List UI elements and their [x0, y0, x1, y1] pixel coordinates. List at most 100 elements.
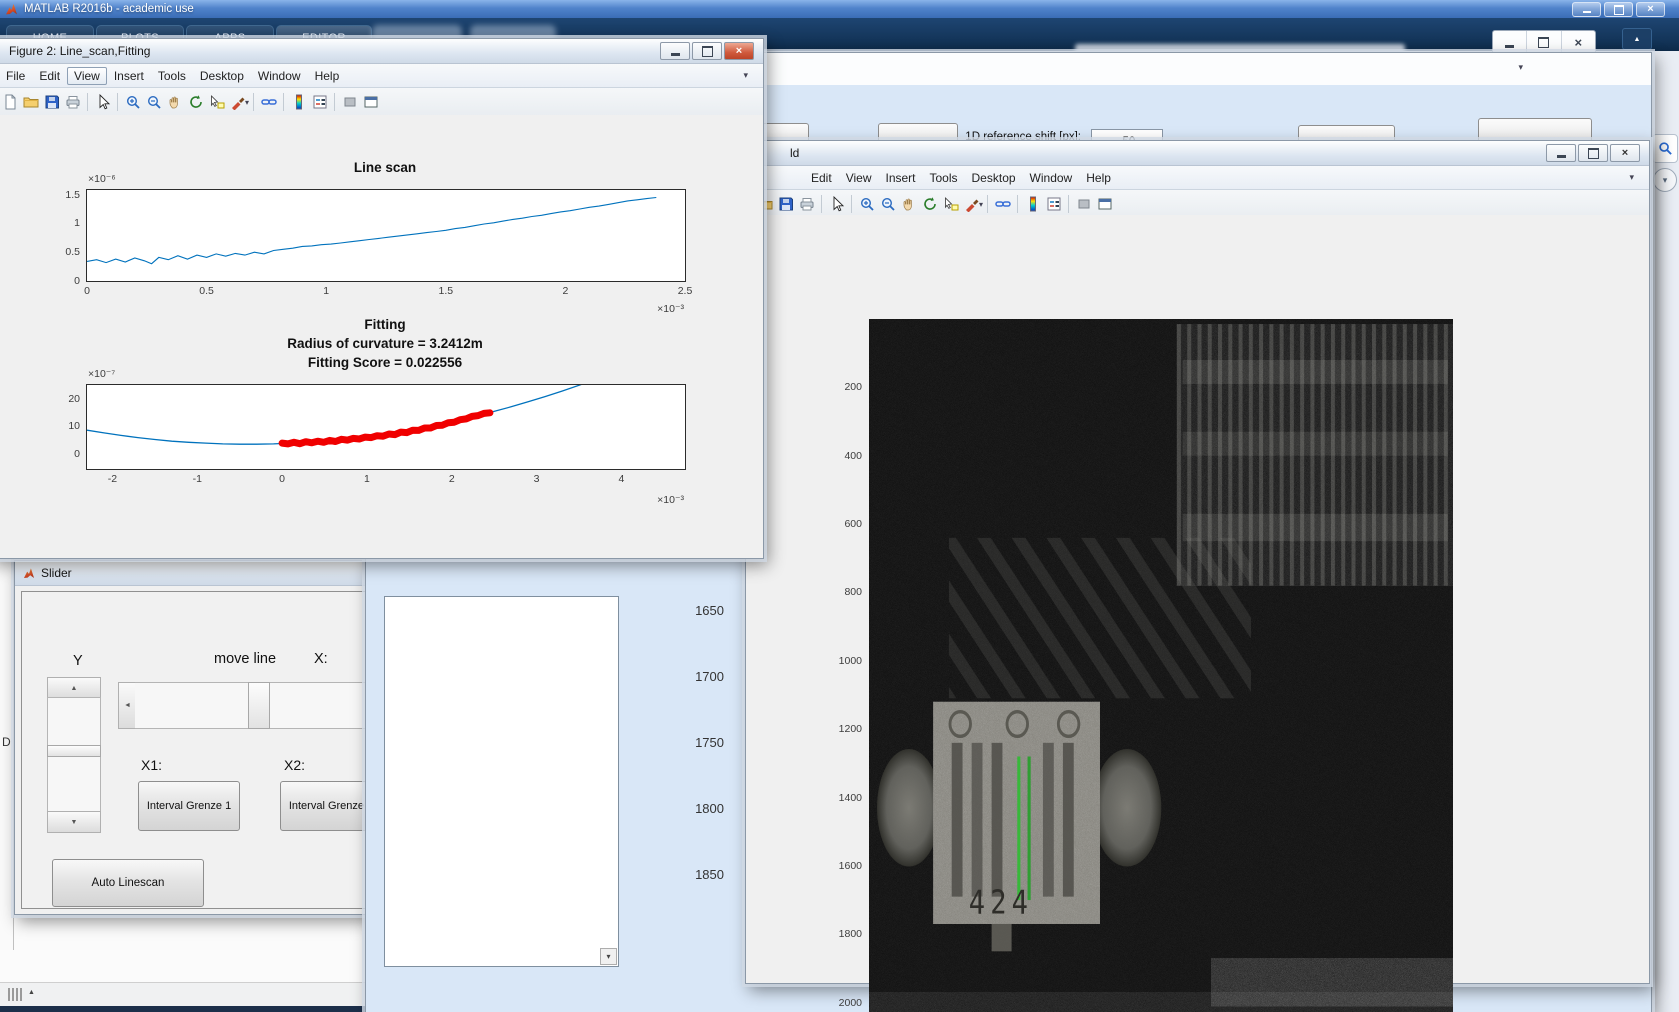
interval-grenze-1-button[interactable]: Interval Grenze 1 [138, 781, 240, 831]
menu-item-edit[interactable]: Edit [804, 169, 839, 187]
y-slider[interactable]: ▲ ▼ [47, 677, 101, 833]
x-slider-thumb[interactable] [248, 682, 270, 729]
x-label: X: [314, 651, 328, 667]
minimize-button[interactable] [660, 42, 690, 60]
dock-axes-icon[interactable] [339, 92, 360, 112]
restore-button[interactable] [1527, 31, 1562, 53]
minimize-button[interactable] [1493, 31, 1528, 53]
close-button[interactable]: × [1636, 2, 1665, 17]
menu-item-tools[interactable]: Tools [151, 67, 193, 85]
gui-window-buttons: × [1492, 30, 1596, 54]
grip-handle-icon[interactable] [8, 988, 23, 1001]
zoom-out-icon[interactable] [877, 194, 898, 214]
pan-hand-icon[interactable] [164, 92, 185, 112]
x-tick-label: 1.5 [438, 285, 454, 297]
menu-item-view[interactable]: View [839, 169, 879, 187]
menu-item-window[interactable]: Window [251, 67, 308, 85]
insert-colorbar-icon[interactable] [1022, 194, 1043, 214]
menu-item-insert[interactable]: Insert [878, 169, 922, 187]
cursor-arrow-icon[interactable] [826, 194, 847, 214]
expand-dropdown-icon[interactable]: ▾ [1653, 168, 1677, 192]
chevron-down-icon[interactable]: ▾ [1622, 170, 1641, 185]
link-plot-icon[interactable] [992, 194, 1013, 214]
fitting-x-exponent: ×10⁻³ [657, 494, 684, 506]
print-icon[interactable] [62, 92, 83, 112]
slider-up-button[interactable]: ▲ [47, 677, 101, 699]
insert-colorbar-icon[interactable] [288, 92, 309, 112]
insert-legend-icon[interactable] [309, 92, 330, 112]
ruler-labels: 1650 1700 1750 1800 1850 [614, 603, 724, 933]
dock-axes-icon[interactable] [1073, 194, 1094, 214]
menu-item-desktop[interactable]: Desktop [193, 67, 251, 85]
close-button[interactable]: × [1562, 31, 1595, 53]
zoom-in-icon[interactable] [856, 194, 877, 214]
menu-item-help[interactable]: Help [308, 67, 347, 85]
rotate-3d-icon[interactable] [185, 92, 206, 112]
restore-button[interactable] [1604, 2, 1633, 17]
menu-item-file[interactable]: File [0, 67, 32, 85]
menu-item-help[interactable]: Help [1079, 169, 1118, 187]
data-cursor-icon[interactable] [940, 194, 961, 214]
chevron-down-icon[interactable]: ▾ [736, 68, 755, 83]
auto-linescan-button[interactable]: Auto Linescan [52, 859, 204, 907]
ruler-label-1750: 1750 [695, 735, 724, 750]
brush-dropdown-icon[interactable]: ▾ [245, 98, 249, 107]
close-button[interactable]: × [1610, 144, 1640, 162]
menu-item-tools[interactable]: Tools [923, 169, 965, 187]
grip-arrow-icon[interactable]: ▲ [28, 989, 35, 996]
zoom-in-icon[interactable] [122, 92, 143, 112]
x-slider[interactable]: ◄ [118, 682, 375, 729]
ruler-label-1650: 1650 [695, 603, 724, 618]
matlab-window-title: MATLAB R2016b - academic use [24, 3, 194, 15]
close-button[interactable]: × [724, 42, 754, 60]
x-tick-label: 0 [279, 473, 285, 485]
slider-titlebar[interactable]: Slider [15, 561, 375, 586]
minimize-button[interactable] [1546, 144, 1576, 162]
save-icon[interactable] [41, 92, 62, 112]
menu-item-view[interactable]: View [67, 66, 107, 85]
y-tick-label: 0 [74, 447, 80, 460]
y-tick-label: 600 [844, 518, 862, 531]
fitting-title: Fitting [364, 317, 406, 332]
x-tick-label: 1 [323, 285, 330, 297]
figure2-titlebar[interactable]: Figure 2: Line_scan,Fitting × [0, 39, 763, 64]
print-icon[interactable] [796, 194, 817, 214]
menu-item-window[interactable]: Window [1023, 169, 1080, 187]
chip-structure: 424 [933, 701, 1100, 952]
save-icon[interactable] [775, 194, 796, 214]
x-tick-label: 2.5 [677, 285, 693, 297]
field-figure-titlebar[interactable]: ld × [746, 141, 1649, 166]
brush-dropdown-icon[interactable]: ▾ [979, 200, 983, 209]
pan-hand-icon[interactable] [898, 194, 919, 214]
insert-legend-icon[interactable] [1043, 194, 1064, 214]
cursor-arrow-icon[interactable] [92, 92, 113, 112]
rotate-3d-icon[interactable] [919, 194, 940, 214]
dock-figure-icon[interactable] [360, 92, 381, 112]
y-slider-thumb[interactable] [47, 745, 101, 757]
link-plot-icon[interactable] [258, 92, 279, 112]
docked-panel-edge: D [0, 557, 14, 950]
menu-item-edit[interactable]: Edit [32, 67, 67, 85]
ls-axes-plot [87, 196, 657, 265]
slider-down-button[interactable]: ▼ [47, 811, 101, 833]
menu-item-insert[interactable]: Insert [107, 67, 151, 85]
collapse-ribbon-button[interactable]: ▲ [1622, 28, 1652, 50]
ruler-label-1700: 1700 [695, 669, 724, 684]
dock-figure-icon[interactable] [1094, 194, 1115, 214]
scroll-down-icon[interactable]: ▾ [600, 948, 617, 965]
maximize-button[interactable] [1578, 144, 1608, 162]
x-tick-label: 2 [448, 473, 455, 485]
zoom-out-icon[interactable] [143, 92, 164, 112]
search-icon[interactable] [1652, 134, 1678, 163]
listbox[interactable]: ▾ [384, 596, 619, 967]
new-document-icon[interactable] [0, 92, 20, 112]
open-folder-icon[interactable] [20, 92, 41, 112]
fitting-axes: -2 -1 0 1 2 3 4 0 10 20 [68, 384, 686, 485]
chevron-down-icon[interactable]: ▾ [1518, 62, 1523, 73]
y-tick-label: 800 [844, 586, 862, 599]
data-cursor-icon[interactable] [206, 92, 227, 112]
menu-item-desktop[interactable]: Desktop [965, 169, 1023, 187]
y-tick-label: 1200 [838, 723, 862, 736]
minimize-button[interactable] [1572, 2, 1601, 17]
maximize-button[interactable] [692, 42, 722, 60]
